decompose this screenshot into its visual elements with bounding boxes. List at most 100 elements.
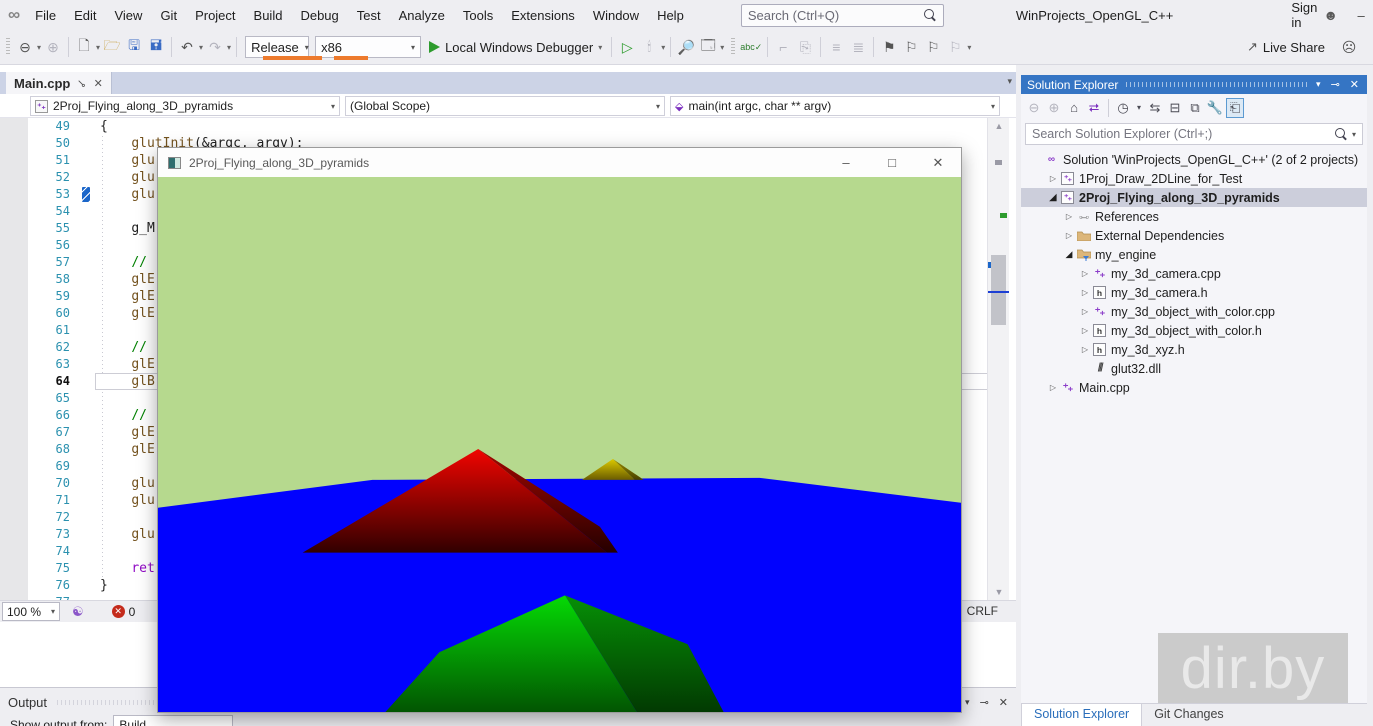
function-dropdown[interactable]: ⬙ main(int argc, char ** argv)▾ <box>670 96 1000 116</box>
menu-item-project[interactable]: Project <box>186 3 244 28</box>
tree-item-my-3d-object-with-color-h[interactable]: ▷hmy_3d_object_with_color.h <box>1021 321 1367 340</box>
menu-item-view[interactable]: View <box>105 3 151 28</box>
expander-icon[interactable]: ▷ <box>1079 269 1091 278</box>
uncomment-button[interactable]: ⎘ <box>795 36 815 58</box>
save-button[interactable]: 🖫 <box>124 36 144 58</box>
tab-list-dropdown[interactable]: ▾ <box>1007 76 1012 87</box>
scroll-down-arrow[interactable]: ▼ <box>988 587 1010 597</box>
menu-item-extensions[interactable]: Extensions <box>502 3 584 28</box>
spell-check-button[interactable]: abc✓ <box>740 36 762 58</box>
hot-reload-dropdown[interactable]: ▾ <box>661 43 665 52</box>
expander-icon[interactable]: ▷ <box>1047 383 1059 392</box>
quick-search-box[interactable] <box>741 4 944 27</box>
se-back-button[interactable]: ⊖ <box>1025 98 1043 118</box>
start-without-debugging-button[interactable]: ▷ <box>617 36 637 58</box>
line-ending-indicator[interactable]: CRLF <box>967 604 998 618</box>
start-debugging-button[interactable]: Local Windows Debugger <box>445 40 593 55</box>
open-folder-button[interactable]: 🗁 <box>102 36 122 58</box>
find-in-files-button[interactable]: 🔎 <box>676 36 696 58</box>
collapse-all-button[interactable]: ⊟ <box>1166 98 1184 118</box>
code-line-49[interactable]: 49{ <box>0 118 1016 135</box>
expander-icon[interactable]: ▷ <box>1079 345 1091 354</box>
scope-dropdown[interactable]: (Global Scope)▾ <box>345 96 665 116</box>
send-feedback-button[interactable]: ☹ <box>1339 36 1359 58</box>
window-dropdown[interactable]: ▾ <box>720 43 724 52</box>
tree-item-references[interactable]: ▷▫–▫References <box>1021 207 1367 226</box>
navigate-back-button[interactable]: ⊖ <box>15 36 35 58</box>
debug-target-dropdown[interactable]: ▾ <box>598 43 602 52</box>
filter-dropdown[interactable]: ▾ <box>1134 98 1144 118</box>
tree-item-main-cpp[interactable]: ▷⁺₊Main.cpp <box>1021 378 1367 397</box>
close-panel-icon[interactable]: ✕ <box>999 696 1008 709</box>
increase-indent-button[interactable]: ≣ <box>848 36 868 58</box>
menu-item-help[interactable]: Help <box>648 3 693 28</box>
se-forward-button[interactable]: ⊕ <box>1045 98 1063 118</box>
tool-tab-git-changes[interactable]: Git Changes <box>1142 704 1235 726</box>
redo-button[interactable]: ↷ <box>205 36 225 58</box>
output-source-combobox[interactable]: Build <box>113 715 233 726</box>
tree-item-my-3d-camera-h[interactable]: ▷hmy_3d_camera.h <box>1021 283 1367 302</box>
new-project-dropdown[interactable]: ▾ <box>96 43 100 52</box>
pin-tab-icon[interactable]: ⊸ <box>74 75 90 91</box>
vertical-scrollbar[interactable]: ⌶ ▲ ▼ <box>987 118 1009 600</box>
menu-item-analyze[interactable]: Analyze <box>390 3 454 28</box>
solution-explorer-titlebar[interactable]: Solution Explorer ▾ ⊸ ✕ <box>1021 75 1367 94</box>
redo-dropdown[interactable]: ▾ <box>227 43 231 52</box>
new-project-button[interactable]: 🗋 <box>74 36 94 58</box>
pending-changes-filter-button[interactable]: ◷ <box>1114 98 1132 118</box>
tree-item-my-3d-object-with-color-cpp[interactable]: ▷⁺₊my_3d_object_with_color.cpp <box>1021 302 1367 321</box>
menu-item-file[interactable]: File <box>26 3 65 28</box>
scroll-up-arrow[interactable]: ▲ <box>988 121 1010 131</box>
start-debugging-icon[interactable] <box>429 41 440 53</box>
tree-item-my-engine[interactable]: ◢my_engine <box>1021 245 1367 264</box>
expander-icon[interactable]: ▷ <box>1047 174 1059 183</box>
output-options-dropdown[interactable]: ▾ <box>965 697 970 708</box>
gl-close-button[interactable]: ✕ <box>915 149 961 177</box>
intellisense-health-icon[interactable]: ☯ <box>72 604 84 620</box>
decrease-indent-button[interactable]: ≡ <box>826 36 846 58</box>
solution-explorer-search[interactable]: ▾ <box>1025 123 1363 145</box>
platform-combobox[interactable]: x86▾ <box>315 36 421 58</box>
se-search-dropdown[interactable]: ▾ <box>1352 130 1356 139</box>
expander-icon[interactable]: ▷ <box>1079 307 1091 316</box>
expander-icon[interactable]: ◢ <box>1047 192 1059 203</box>
toggle-bookmark-button[interactable]: ⚑ <box>879 36 899 58</box>
tree-item-solution-winprojects-opengl-c-2-of-2-pro[interactable]: ∞Solution 'WinProjects_OpenGL_C++' (2 of… <box>1021 150 1367 169</box>
tab-main-cpp[interactable]: Main.cpp ⊸ ✕ <box>6 72 112 94</box>
expander-icon[interactable]: ▷ <box>1063 212 1075 221</box>
comment-button[interactable]: ⌐ <box>773 36 793 58</box>
menu-item-tools[interactable]: Tools <box>454 3 502 28</box>
expander-icon[interactable]: ▷ <box>1079 326 1091 335</box>
undo-button[interactable]: ↶ <box>177 36 197 58</box>
error-count-badge[interactable]: ✕ 0 <box>112 605 136 619</box>
se-home-button[interactable]: ⌂ <box>1065 98 1083 118</box>
navigate-back-dropdown[interactable]: ▾ <box>37 43 41 52</box>
menu-item-git[interactable]: Git <box>151 3 186 28</box>
bookmarks-dropdown[interactable]: ▾ <box>967 43 971 52</box>
menu-item-debug[interactable]: Debug <box>291 3 347 28</box>
undo-dropdown[interactable]: ▾ <box>199 43 203 52</box>
se-search-input[interactable] <box>1032 127 1335 141</box>
tree-item-1proj-draw-2dline-for-test[interactable]: ▷⁺₊1Proj_Draw_2DLine_for_Test <box>1021 169 1367 188</box>
pin-panel-icon[interactable]: ⊸ <box>980 696 989 709</box>
expander-icon[interactable]: ▷ <box>1063 231 1075 240</box>
sync-with-active-document-button[interactable]: ⮂ <box>1085 98 1103 118</box>
properties-button[interactable]: 🔧 <box>1206 98 1224 118</box>
clear-bookmarks-button[interactable]: ⚐ <box>945 36 965 58</box>
toolbar-grip[interactable] <box>6 38 10 56</box>
se-close-icon[interactable]: ✕ <box>1350 78 1359 91</box>
menu-item-test[interactable]: Test <box>348 3 390 28</box>
switch-views-button[interactable]: ⇆ <box>1146 98 1164 118</box>
gl-minimize-button[interactable]: – <box>823 149 869 177</box>
expander-icon[interactable]: ◢ <box>1063 249 1075 260</box>
hot-reload-button[interactable]: 🕯 <box>639 36 659 58</box>
tree-item-my-3d-camera-cpp[interactable]: ▷⁺₊my_3d_camera.cpp <box>1021 264 1367 283</box>
zoom-combobox[interactable]: 100 %▾ <box>2 602 60 621</box>
tree-item-glut32-dll[interactable]: ⫴glut32.dll <box>1021 359 1367 378</box>
gl-maximize-button[interactable]: □ <box>869 149 915 177</box>
previous-bookmark-button[interactable]: ⚐ <box>901 36 921 58</box>
configuration-combobox[interactable]: Release▾ <box>245 36 309 58</box>
tool-tab-solution-explorer[interactable]: Solution Explorer <box>1021 704 1142 726</box>
save-all-button[interactable]: 🖬 <box>146 36 166 58</box>
tree-item-my-3d-xyz-h[interactable]: ▷hmy_3d_xyz.h <box>1021 340 1367 359</box>
